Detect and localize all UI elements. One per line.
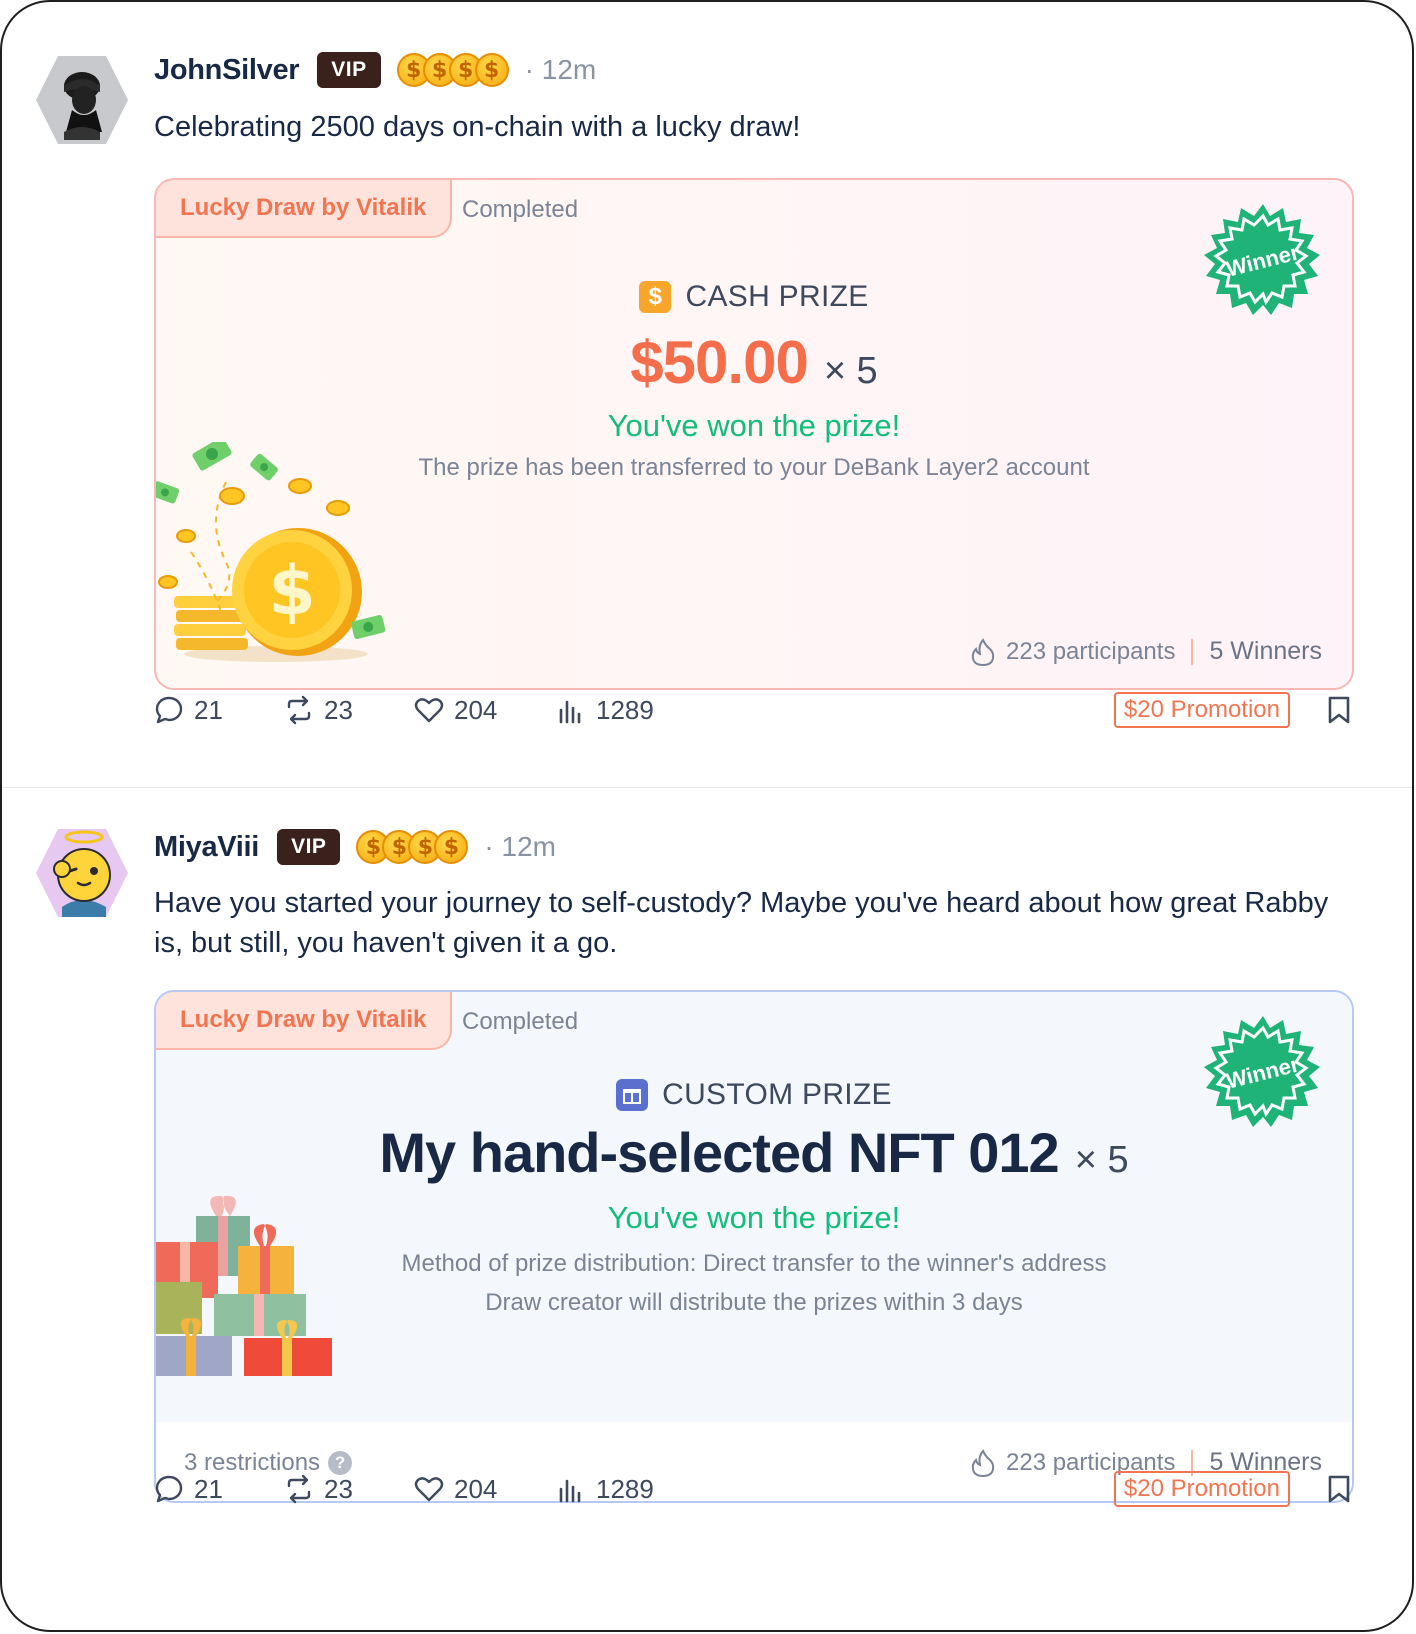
post-time: · 12m — [484, 831, 556, 862]
like-button[interactable]: 204 — [414, 695, 500, 726]
like-count: 204 — [454, 694, 498, 725]
author-name[interactable]: JohnSilver — [154, 54, 300, 87]
coin-icon: $ — [474, 53, 509, 87]
prize-type: CUSTOM PRIZE — [156, 1078, 1352, 1112]
bookmark-icon[interactable] — [1326, 695, 1352, 725]
like-count: 204 — [454, 1473, 498, 1504]
feed-post: MiyaViii VIP $ $ $ $ · 12m Have you star… — [2, 789, 1412, 1630]
views-button[interactable]: 1289 — [556, 1474, 654, 1505]
promotion-button[interactable]: $20 Promotion — [1113, 1471, 1290, 1507]
like-button[interactable]: 204 — [414, 1474, 500, 1505]
repost-count: 23 — [324, 1473, 353, 1504]
prize-amount-row: My hand-selected NFT 012 × 5 — [156, 1120, 1352, 1185]
author-name[interactable]: MiyaViii — [154, 831, 259, 864]
repost-icon — [287, 695, 311, 725]
gift-icon — [616, 1079, 649, 1111]
post-actions: 21 23 204 1289 $20 Promotion — [154, 1469, 1352, 1509]
prize-type-label: CASH PRIZE — [685, 280, 869, 313]
lucky-draw-tag: Lucky Draw by Vitalik — [156, 180, 453, 238]
draw-stats: 223 participants 5 Winners — [970, 637, 1322, 666]
views-count: 1289 — [596, 694, 654, 725]
dollar-icon: $ — [639, 281, 672, 313]
vip-badge: VIP — [277, 829, 341, 865]
comment-button[interactable]: 21 — [154, 1474, 226, 1505]
views-chart-icon — [559, 1479, 581, 1503]
comment-count: 21 — [194, 694, 223, 725]
svg-text:$: $ — [268, 552, 315, 631]
comment-button[interactable]: 21 — [154, 695, 226, 726]
prize-type-label: CUSTOM PRIZE — [662, 1078, 892, 1111]
repost-count: 23 — [324, 694, 353, 725]
feed-post: JohnSilver VIP $ $ $ $ · 12m Celebrating… — [2, 2, 1412, 788]
vip-badge: VIP — [317, 52, 381, 88]
comment-icon — [155, 696, 183, 724]
fire-icon — [971, 637, 995, 666]
lucky-draw-card[interactable]: Lucky Draw by Vitalik Completed Winner C… — [154, 990, 1354, 1503]
participants-count[interactable]: 223 participants — [1006, 638, 1175, 666]
avatar[interactable] — [34, 825, 130, 921]
winners-count[interactable]: 5 Winners — [1209, 637, 1322, 666]
draw-status: Completed — [462, 1008, 579, 1035]
post-header: MiyaViii VIP $ $ $ $ · 12m — [154, 825, 556, 869]
post-text: Celebrating 2500 days on-chain with a lu… — [154, 111, 801, 143]
prize-type: $ CASH PRIZE — [156, 280, 1352, 314]
prize-multiplier: × 5 — [1074, 1139, 1129, 1181]
draw-status: Completed — [462, 196, 579, 223]
heart-icon — [414, 698, 444, 723]
repost-icon — [287, 1474, 311, 1504]
views-button[interactable]: 1289 — [556, 695, 654, 726]
lucky-draw-card[interactable]: Lucky Draw by Vitalik Completed Winner $… — [154, 178, 1354, 690]
gift-boxes-illustration — [156, 1190, 336, 1381]
coin-icon: $ — [434, 830, 469, 864]
won-message: You've won the prize! — [607, 408, 901, 443]
avatar[interactable] — [34, 52, 130, 148]
comment-icon — [155, 1475, 183, 1503]
money-illustration: $ — [156, 437, 396, 677]
comment-count: 21 — [194, 1473, 223, 1504]
coin-badges: $ $ $ $ — [356, 830, 469, 864]
post-time: · 12m — [524, 54, 597, 85]
feed-frame: JohnSilver VIP $ $ $ $ · 12m Celebrating… — [0, 0, 1414, 1632]
post-actions: 21 23 204 1289 $20 Promotion — [154, 690, 1352, 730]
post-text: Have you started your journey to self-cu… — [154, 887, 1329, 959]
lucky-draw-tag: Lucky Draw by Vitalik — [156, 992, 453, 1050]
winner-badge-icon: Winner — [1204, 1014, 1322, 1132]
prize-amount-row: $50.00 × 5 — [156, 328, 1352, 397]
heart-icon — [414, 1477, 444, 1502]
prize-name: My hand-selected NFT 012 — [379, 1121, 1059, 1184]
views-count: 1289 — [596, 1473, 654, 1504]
bookmark-icon[interactable] — [1326, 1474, 1352, 1504]
promotion-button[interactable]: $20 Promotion — [1113, 692, 1290, 728]
repost-button[interactable]: 23 — [284, 1474, 364, 1505]
prize-multiplier: × 5 — [823, 350, 878, 392]
views-chart-icon — [559, 700, 581, 724]
post-header: JohnSilver VIP $ $ $ $ · 12m — [154, 48, 596, 92]
prize-amount: $50.00 — [630, 329, 809, 396]
stats-divider — [1191, 638, 1194, 665]
repost-button[interactable]: 23 — [284, 695, 364, 726]
coin-badges: $ $ $ $ — [396, 53, 509, 87]
